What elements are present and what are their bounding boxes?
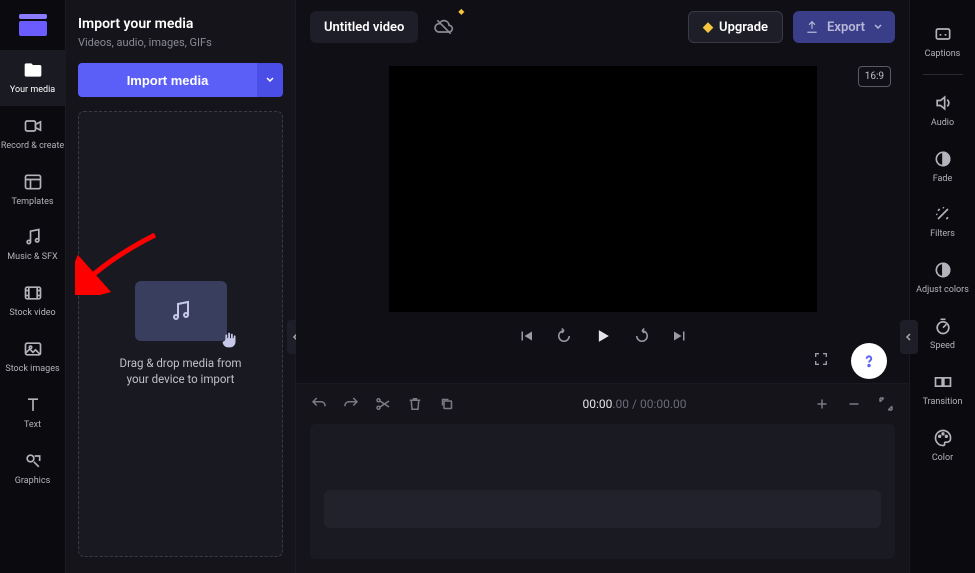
fullscreen-icon xyxy=(813,351,829,367)
center-area: Untitled video ◆ ◆ Upgrade Export 16:9 xyxy=(296,0,909,573)
dropzone-graphic xyxy=(135,281,227,341)
right-filters[interactable]: Filters xyxy=(910,194,975,250)
right-label: Color xyxy=(932,453,953,464)
right-properties-rail: Captions Audio Fade Filters Adjust color… xyxy=(909,0,975,573)
help-button[interactable] xyxy=(851,343,887,379)
video-title[interactable]: Untitled video xyxy=(310,11,418,43)
rail-label: Graphics xyxy=(15,476,50,487)
fit-timeline-button[interactable] xyxy=(877,395,895,413)
right-label: Audio xyxy=(931,118,954,129)
export-label: Export xyxy=(827,20,865,35)
delete-button[interactable] xyxy=(406,395,424,413)
video-preview-canvas[interactable] xyxy=(389,66,817,312)
panel-subtitle: Videos, audio, images, GIFs xyxy=(78,36,283,49)
import-button-group: Import media xyxy=(78,63,283,97)
undo-button[interactable] xyxy=(310,395,328,413)
cloud-sync-off-button[interactable]: ◆ xyxy=(428,11,460,43)
rail-label: Text xyxy=(24,420,41,431)
right-speed[interactable]: Speed xyxy=(910,306,975,362)
topbar: Untitled video ◆ ◆ Upgrade Export xyxy=(296,0,909,54)
upgrade-label: Upgrade xyxy=(719,20,768,35)
preview-area: 16:9 xyxy=(296,54,909,383)
rail-label: Record & create xyxy=(1,141,64,152)
fullscreen-button[interactable] xyxy=(813,351,829,371)
redo-button[interactable] xyxy=(342,395,360,413)
rail-text[interactable]: Text xyxy=(0,385,66,441)
diamond-icon: ◆ xyxy=(703,20,713,35)
right-transition[interactable]: Transition xyxy=(910,362,975,418)
right-label: Adjust colors xyxy=(916,285,969,296)
rail-record-create[interactable]: Record & create xyxy=(0,106,66,162)
duplicate-button[interactable] xyxy=(438,395,456,413)
right-label: Transition xyxy=(923,397,963,408)
rail-label: Music & SFX xyxy=(7,252,57,263)
zoom-out-button[interactable] xyxy=(845,395,863,413)
right-adjust-colors[interactable]: Adjust colors xyxy=(910,250,975,306)
premium-badge-icon: ◆ xyxy=(458,7,464,16)
rail-stock-video[interactable]: Stock video xyxy=(0,273,66,329)
media-panel: Import your media Videos, audio, images,… xyxy=(66,0,296,573)
collapse-right-rail[interactable] xyxy=(900,320,918,354)
chevron-left-icon xyxy=(904,332,914,342)
right-label: Speed xyxy=(930,341,955,352)
left-tool-rail: Your media Record & create Templates Mus… xyxy=(0,0,66,573)
right-audio[interactable]: Audio xyxy=(910,83,975,139)
import-dropdown-toggle[interactable] xyxy=(257,63,283,97)
split-button[interactable] xyxy=(374,395,392,413)
playback-controls xyxy=(517,326,689,350)
dropzone-text-1: Drag & drop media from xyxy=(120,355,242,371)
chevron-down-icon xyxy=(265,75,275,85)
aspect-ratio-selector[interactable]: 16:9 xyxy=(858,66,891,87)
right-captions[interactable]: Captions xyxy=(910,14,975,70)
rail-music-sfx[interactable]: Music & SFX xyxy=(0,217,66,273)
music-icon xyxy=(169,299,193,323)
rail-label: Templates xyxy=(11,197,53,208)
rail-graphics[interactable]: Graphics xyxy=(0,441,66,497)
skip-start-button[interactable] xyxy=(517,327,535,349)
right-label: Captions xyxy=(925,49,961,60)
forward-button[interactable] xyxy=(633,327,651,349)
rail-your-media[interactable]: Your media xyxy=(0,50,66,106)
cloud-off-icon xyxy=(434,17,454,37)
divider xyxy=(923,74,963,75)
right-fade[interactable]: Fade xyxy=(910,139,975,195)
right-label: Filters xyxy=(930,229,955,240)
timeline-tracks[interactable] xyxy=(310,424,895,559)
rail-label: Stock video xyxy=(9,308,55,319)
rail-label: Stock images xyxy=(5,364,59,375)
timeline-section: 00:00.00 / 00:00.00 xyxy=(296,383,909,573)
rewind-button[interactable] xyxy=(555,327,573,349)
media-dropzone[interactable]: Drag & drop media from your device to im… xyxy=(78,111,283,557)
zoom-in-button[interactable] xyxy=(813,395,831,413)
question-icon xyxy=(860,352,878,370)
app-logo xyxy=(19,14,47,36)
right-color[interactable]: Color xyxy=(910,418,975,474)
rail-stock-images[interactable]: Stock images xyxy=(0,329,66,385)
upgrade-button[interactable]: ◆ Upgrade xyxy=(688,11,783,43)
timeline-timecode: 00:00.00 / 00:00.00 xyxy=(583,397,687,411)
rail-templates[interactable]: Templates xyxy=(0,162,66,218)
skip-end-button[interactable] xyxy=(671,327,689,349)
import-media-button[interactable]: Import media xyxy=(78,63,257,97)
timeline-toolbar: 00:00.00 / 00:00.00 xyxy=(296,384,909,424)
grab-hand-icon xyxy=(219,329,241,351)
play-button[interactable] xyxy=(593,326,613,350)
export-button[interactable]: Export xyxy=(793,11,895,43)
rail-label: Your media xyxy=(10,85,55,96)
dropzone-text-2: your device to import xyxy=(127,371,235,387)
upload-icon xyxy=(805,20,819,34)
chevron-down-icon xyxy=(873,22,883,32)
right-label: Fade xyxy=(933,174,953,185)
panel-title: Import your media xyxy=(78,16,283,32)
